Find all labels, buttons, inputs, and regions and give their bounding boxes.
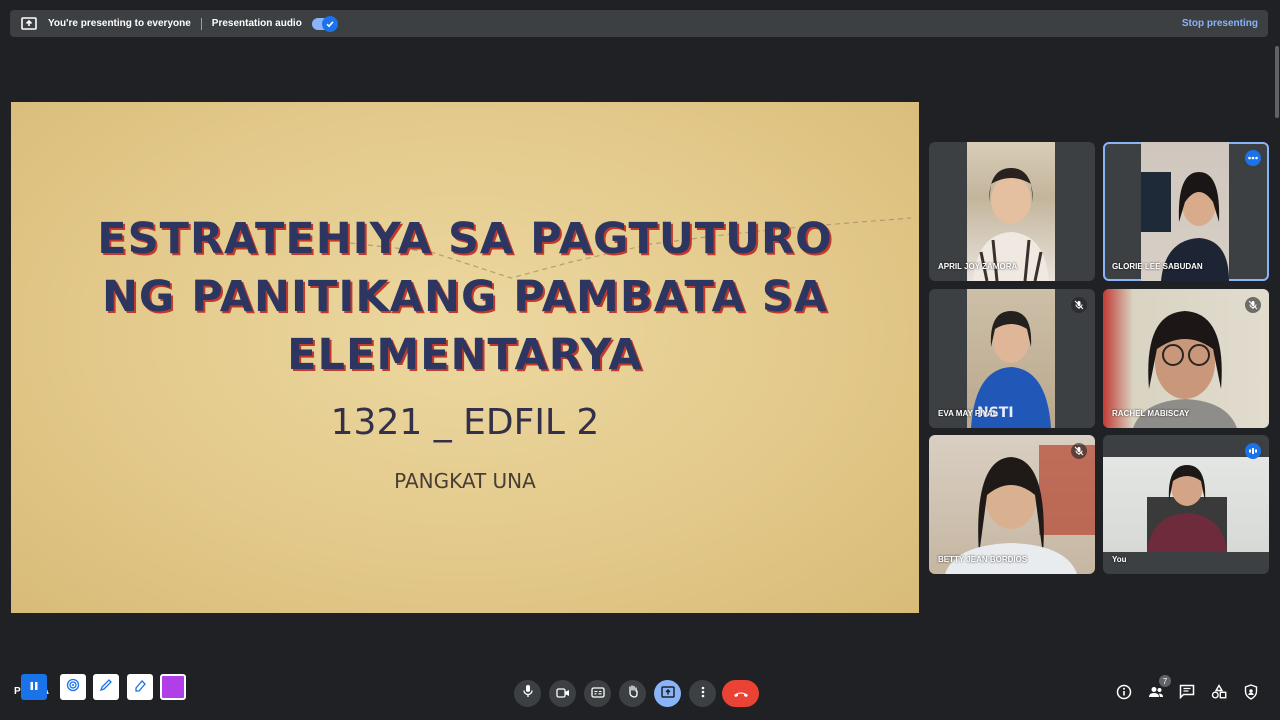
- participant-tile[interactable]: BETTY JEAN BORDIOS: [929, 435, 1095, 574]
- presenting-banner: You're presenting to everyone Presentati…: [10, 10, 1268, 37]
- participant-tile[interactable]: You: [1103, 435, 1269, 574]
- captions-button[interactable]: [584, 680, 611, 707]
- slide-title: ESTRATEHIYA SA PAGTUTURO NG PANITIKANG P…: [11, 210, 919, 384]
- participant-count-badge: 7: [1159, 675, 1171, 687]
- participant-video: [929, 435, 1095, 574]
- host-controls-button[interactable]: [1241, 683, 1261, 705]
- presentation-slide: ESTRATEHIYA SA PAGTUTURO NG PANITIKANG P…: [11, 102, 919, 613]
- presentation-audio-toggle[interactable]: [311, 15, 338, 32]
- pause-annotation-button[interactable]: [21, 674, 47, 700]
- people-icon: [1148, 685, 1164, 704]
- participant-video: [1103, 289, 1269, 428]
- raise-hand-icon: [627, 684, 639, 703]
- present-screen-icon: [20, 17, 38, 31]
- speaking-icon: [1245, 443, 1261, 459]
- mic-off-icon: [1071, 297, 1087, 313]
- mic-icon: [522, 684, 534, 703]
- check-icon: [321, 15, 338, 32]
- activities-icon: [1211, 684, 1227, 704]
- spotlight-button[interactable]: [60, 674, 86, 700]
- slide-subtitle: 1321 _ EDFIL 2: [330, 402, 600, 443]
- scrollbar[interactable]: [1274, 40, 1280, 680]
- raise-hand-button[interactable]: [619, 680, 646, 707]
- pen-icon: [99, 678, 113, 697]
- participant-video: [967, 142, 1055, 281]
- participant-video: [1103, 457, 1269, 552]
- end-call-icon: [733, 685, 749, 703]
- participant-name: You: [1112, 555, 1127, 564]
- meeting-details-button[interactable]: [1114, 684, 1134, 704]
- eraser-icon: [133, 678, 147, 697]
- presenting-message: You're presenting to everyone: [48, 18, 191, 29]
- more-vert-icon: [701, 685, 705, 703]
- more-options-button[interactable]: [689, 680, 716, 707]
- slide-title-line: NG PANITIKANG PAMBATA SA: [101, 272, 829, 322]
- present-now-button[interactable]: [654, 680, 681, 707]
- camera-button[interactable]: [549, 680, 576, 707]
- mic-off-icon: [1245, 297, 1261, 313]
- participant-name: GLORIE LEE SABUDAN: [1112, 262, 1203, 271]
- slide-group-label: PANGKAT UNA: [394, 469, 536, 493]
- chat-button[interactable]: [1177, 684, 1197, 704]
- leave-call-button[interactable]: [722, 680, 759, 707]
- pause-icon: [29, 678, 39, 696]
- participant-tile[interactable]: GLORIE LEE SABUDAN: [1103, 142, 1269, 281]
- microphone-button[interactable]: [514, 680, 541, 707]
- participant-video: NSTI: [967, 289, 1055, 428]
- slide-title-line: ESTRATEHIYA SA PAGTUTURO: [97, 214, 833, 264]
- participant-tile[interactable]: APRIL JOY ZAMORA: [929, 142, 1095, 281]
- participant-name: APRIL JOY ZAMORA: [938, 262, 1018, 271]
- slide-title-line: ELEMENTARYA: [287, 330, 643, 380]
- activities-button[interactable]: [1209, 684, 1229, 704]
- participant-tile[interactable]: NSTI EVA MAY PIYAL: [929, 289, 1095, 428]
- stop-presenting-button[interactable]: Stop presenting: [1182, 18, 1258, 29]
- captions-icon: [590, 685, 605, 703]
- spotlight-icon: [66, 678, 80, 697]
- more-horiz-icon[interactable]: [1245, 150, 1261, 166]
- pen-color-swatch[interactable]: [160, 674, 186, 700]
- pen-tool-button[interactable]: [93, 674, 119, 700]
- info-icon: [1116, 684, 1132, 705]
- participant-tile[interactable]: RACHEL MABISCAY: [1103, 289, 1269, 428]
- eraser-tool-button[interactable]: [127, 674, 153, 700]
- camera-icon: [555, 685, 570, 703]
- participant-video: [1141, 142, 1229, 281]
- show-everyone-button[interactable]: 7: [1146, 675, 1171, 704]
- participant-name: RACHEL MABISCAY: [1112, 409, 1190, 418]
- present-icon: [660, 685, 675, 703]
- mic-off-icon: [1071, 443, 1087, 459]
- divider: [200, 17, 202, 30]
- participant-name: EVA MAY PIYAL: [938, 409, 998, 418]
- presentation-audio-label: Presentation audio: [211, 18, 302, 29]
- chat-icon: [1179, 684, 1195, 704]
- scrollbar-thumb[interactable]: [1275, 46, 1279, 118]
- host-controls-icon: [1244, 683, 1258, 705]
- participant-name: BETTY JEAN BORDIOS: [938, 555, 1028, 564]
